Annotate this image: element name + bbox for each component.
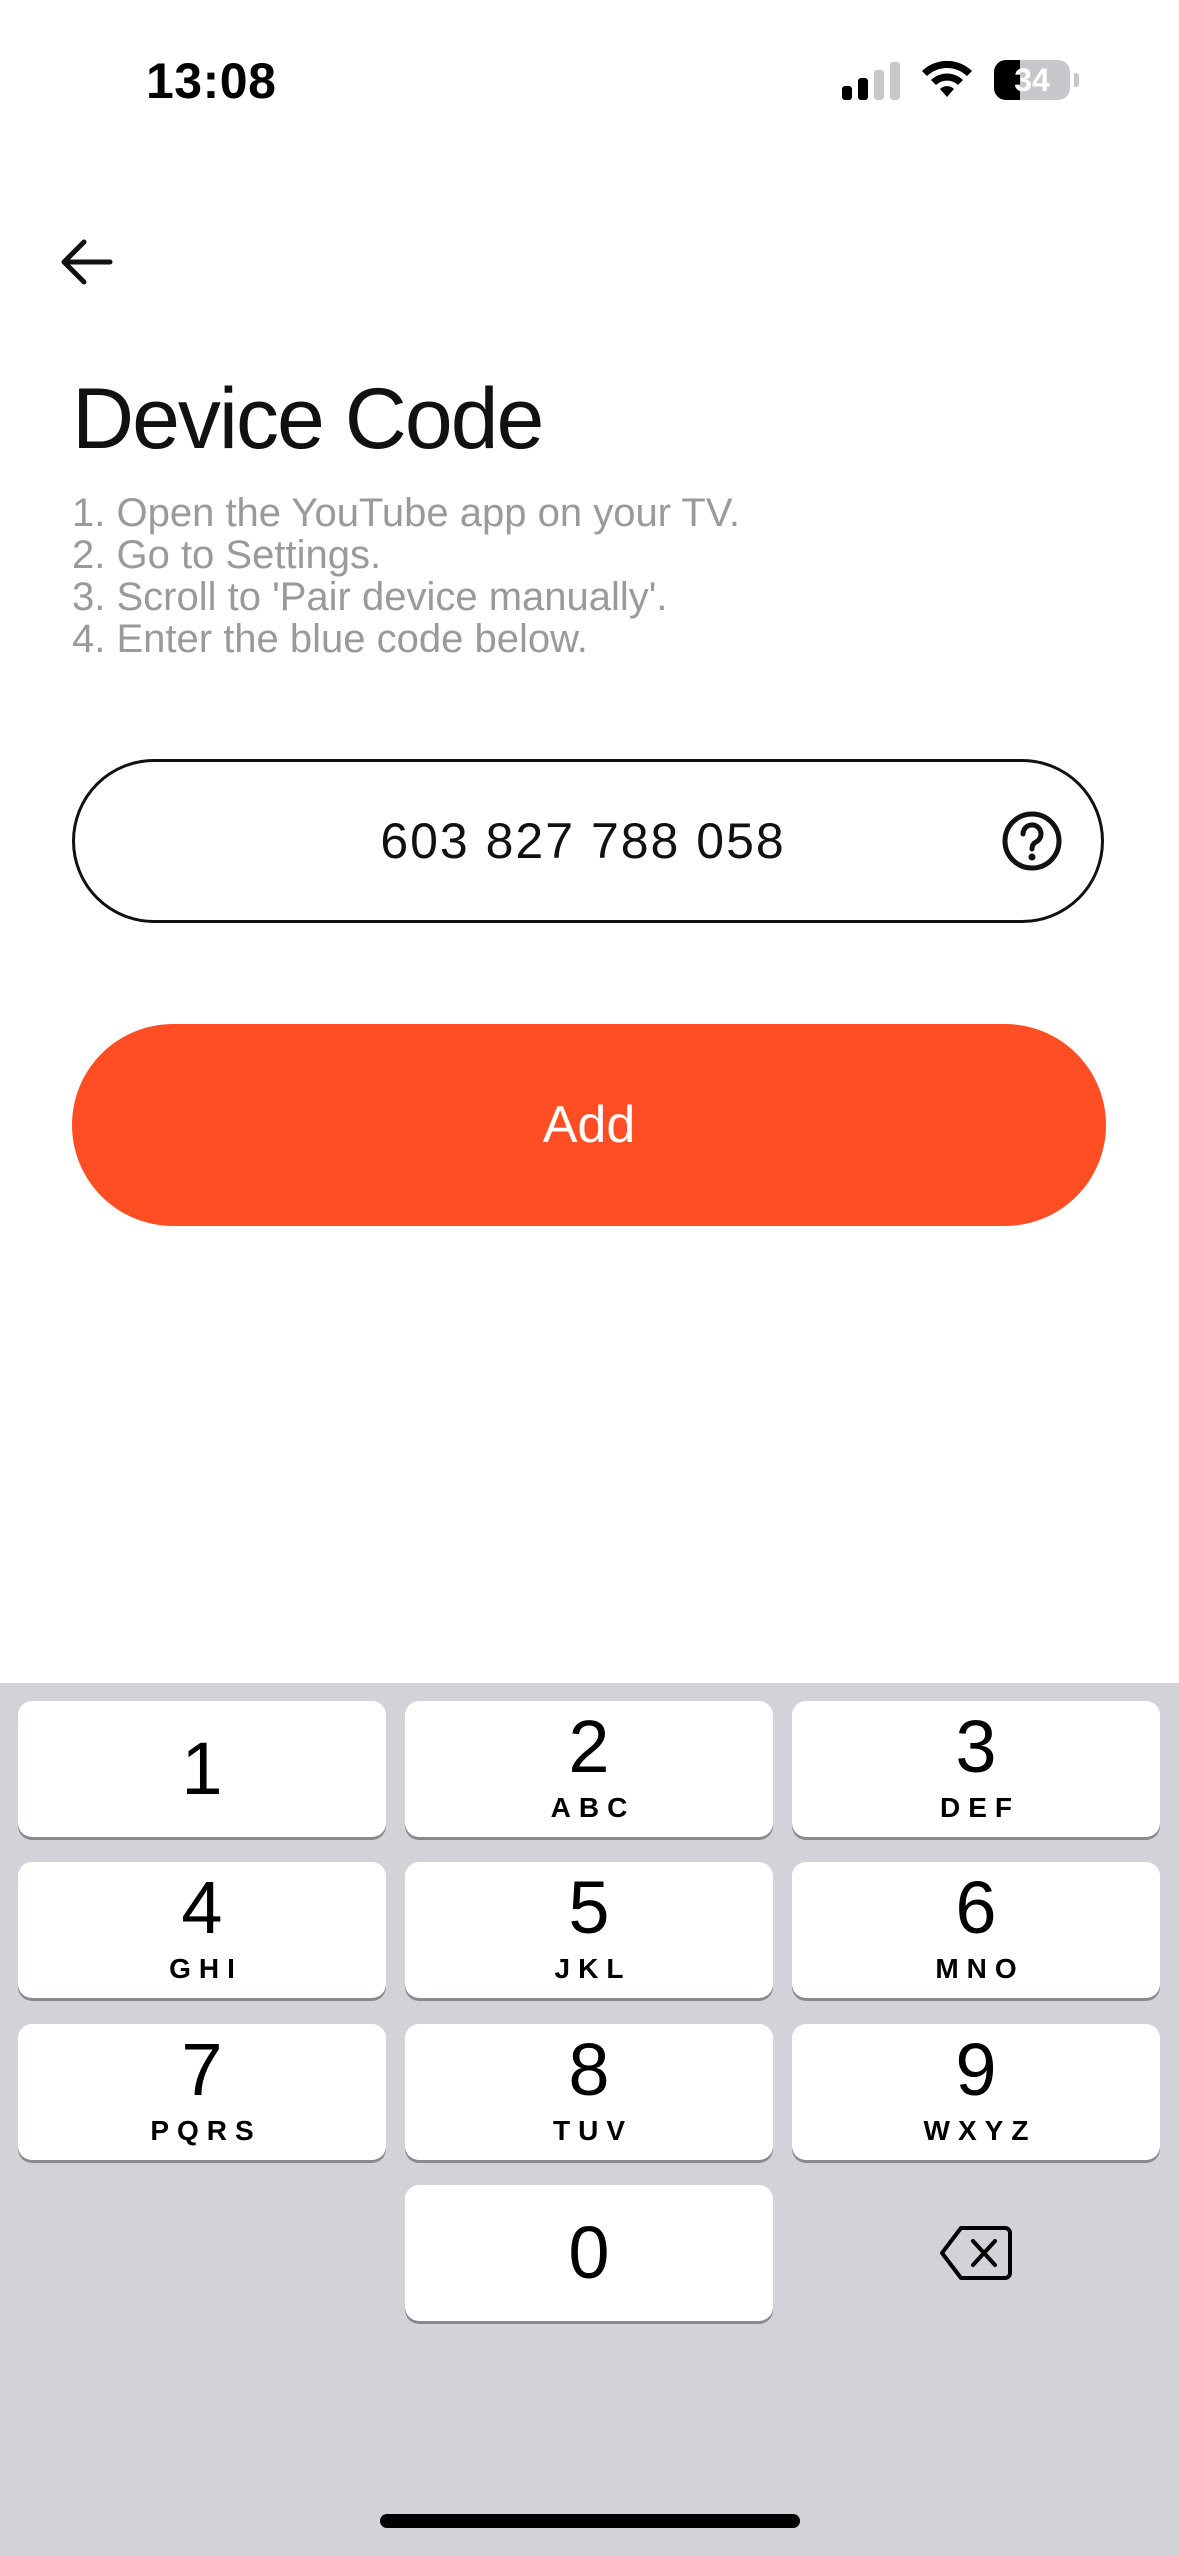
device-code-value[interactable]: 603 827 788 058 bbox=[380, 812, 785, 870]
key-letters: ABC bbox=[550, 1792, 636, 1823]
back-button[interactable] bbox=[52, 228, 120, 296]
battery-nub bbox=[1074, 73, 1079, 87]
key-number: 7 bbox=[181, 2028, 223, 2111]
key-letters: JKL bbox=[554, 1953, 632, 1984]
key-0[interactable]: 0 bbox=[405, 2185, 773, 2321]
key-number: 1 bbox=[181, 1727, 223, 1810]
device-code-field[interactable]: 603 827 788 058 bbox=[72, 759, 1104, 923]
key-number: 5 bbox=[568, 1866, 610, 1949]
key-3[interactable]: 3 DEF bbox=[792, 1701, 1160, 1837]
key-number: 3 bbox=[955, 1705, 997, 1788]
key-8[interactable]: 8 TUV bbox=[405, 2024, 773, 2160]
instruction-step: 3. Scroll to 'Pair device manually'. bbox=[72, 575, 668, 619]
key-letters: MNO bbox=[935, 1953, 1025, 1984]
screen: 13:08 34 Device Code 1. Open the YouTube… bbox=[0, 0, 1179, 2556]
key-2[interactable]: 2 ABC bbox=[405, 1701, 773, 1837]
instruction-step: 1. Open the YouTube app on your TV. bbox=[72, 491, 740, 535]
key-number: 4 bbox=[181, 1866, 223, 1949]
home-indicator[interactable] bbox=[380, 2514, 800, 2528]
key-number: 9 bbox=[955, 2028, 997, 2111]
key-5[interactable]: 5 JKL bbox=[405, 1862, 773, 1998]
instructions-list: 1. Open the YouTube app on your TV. 2. G… bbox=[72, 492, 740, 660]
backspace-icon bbox=[940, 2226, 1012, 2280]
arrow-left-icon bbox=[61, 239, 113, 285]
cellular-signal-icon bbox=[842, 60, 900, 100]
key-1[interactable]: 1 bbox=[18, 1701, 386, 1837]
question-circle-icon[interactable] bbox=[1001, 810, 1063, 872]
key-6[interactable]: 6 MNO bbox=[792, 1862, 1160, 1998]
wifi-icon bbox=[922, 61, 972, 97]
instruction-step: 2. Go to Settings. bbox=[72, 533, 382, 577]
delete-key[interactable] bbox=[792, 2185, 1160, 2321]
key-number: 6 bbox=[955, 1866, 997, 1949]
key-number: 0 bbox=[568, 2211, 610, 2294]
battery-icon: 34 bbox=[994, 60, 1070, 100]
key-letters: DEF bbox=[940, 1792, 1020, 1823]
key-7[interactable]: 7 PQRS bbox=[18, 2024, 386, 2160]
numeric-keypad: 1 2 ABC 3 DEF 4 GHI 5 JKL 6 MNO 7 PQRS 8… bbox=[0, 1683, 1179, 2556]
key-letters: PQRS bbox=[150, 2115, 262, 2146]
key-number: 8 bbox=[568, 2028, 610, 2111]
instruction-step: 4. Enter the blue code below. bbox=[72, 617, 588, 661]
add-button[interactable]: Add bbox=[72, 1024, 1106, 1226]
battery-percent: 34 bbox=[1014, 61, 1050, 98]
key-9[interactable]: 9 WXYZ bbox=[792, 2024, 1160, 2160]
key-number: 2 bbox=[568, 1705, 610, 1788]
key-4[interactable]: 4 GHI bbox=[18, 1862, 386, 1998]
key-letters: TUV bbox=[553, 2115, 633, 2146]
key-letters: WXYZ bbox=[923, 2115, 1037, 2146]
page-title: Device Code bbox=[72, 371, 544, 467]
status-time: 13:08 bbox=[146, 53, 277, 109]
status-icons: 34 bbox=[842, 60, 1079, 100]
key-letters: GHI bbox=[169, 1953, 243, 1984]
